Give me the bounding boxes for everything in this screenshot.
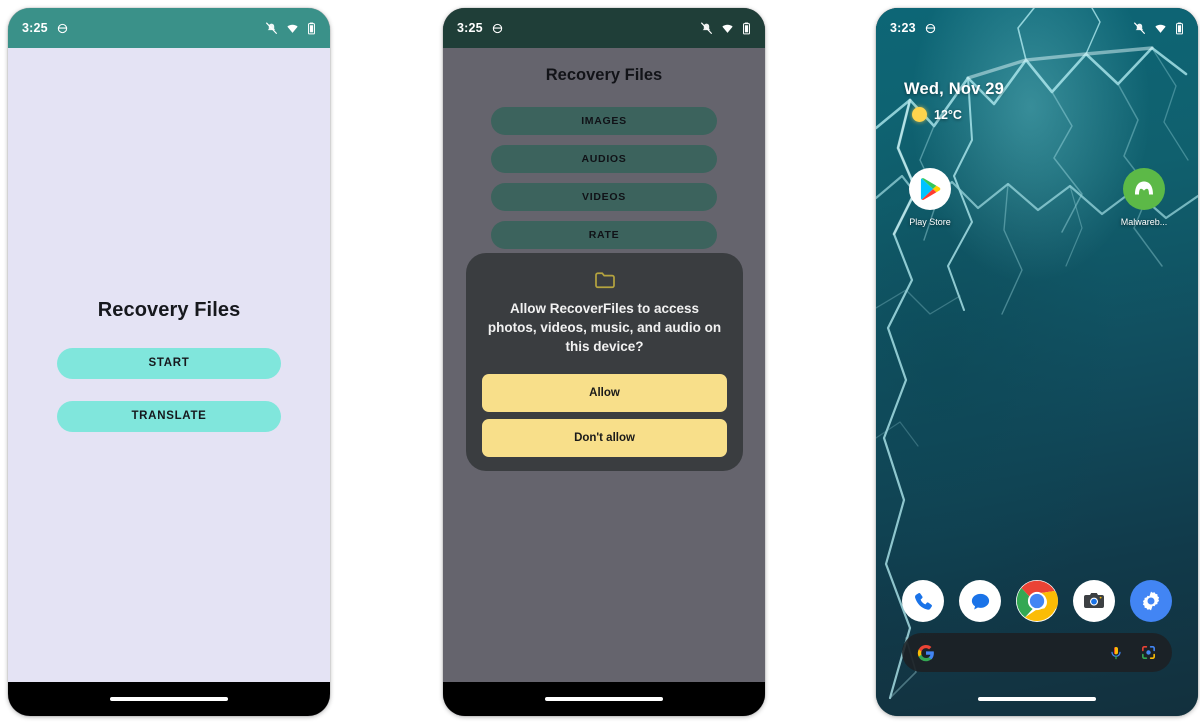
notifications-off-icon	[1134, 21, 1145, 34]
start-button[interactable]: START	[57, 347, 281, 379]
page-title: Recovery Files	[545, 66, 663, 84]
chrome-icon[interactable]	[1016, 580, 1058, 622]
dialog-icon-wrap	[482, 271, 727, 289]
phone-permission-dialog: 3:25 Recovery Files IMAGES AUDIOS VIDEOS…	[443, 8, 765, 716]
phone-android-home: 3:23 Wed, Nov 29 12°C Play Store Malware…	[876, 8, 1198, 716]
app-label: Malwareb...	[1120, 217, 1168, 227]
notification-dot-icon	[925, 23, 936, 33]
battery-icon	[308, 22, 315, 34]
phone-1-screen: 3:25 Recovery Files START TRANSLATE	[8, 8, 330, 716]
category-button-list: IMAGES AUDIOS VIDEOS RATE	[443, 107, 765, 249]
battery-icon	[1176, 22, 1183, 34]
videos-button[interactable]: VIDEOS	[491, 183, 717, 211]
play-store-icon	[909, 168, 951, 210]
weather-widget[interactable]: Wed, Nov 29 12°C	[904, 80, 1004, 122]
phone-3-screen: 3:23 Wed, Nov 29 12°C Play Store Malware…	[876, 8, 1198, 716]
sun-icon	[912, 107, 927, 122]
status-time: 3:23	[890, 21, 916, 35]
notification-dot-icon	[57, 23, 68, 33]
audios-button[interactable]: AUDIOS	[491, 145, 717, 173]
app-label: Play Store	[909, 217, 951, 227]
notification-dot-icon	[492, 23, 503, 33]
allow-button[interactable]: Allow	[482, 374, 727, 413]
settings-icon[interactable]	[1130, 580, 1172, 622]
folder-icon	[594, 272, 615, 289]
status-bar: 3:23	[876, 8, 1198, 48]
app-malwarebytes[interactable]: Malwareb...	[1112, 168, 1176, 227]
rate-button[interactable]: RATE	[491, 221, 717, 249]
messages-icon[interactable]	[959, 580, 1001, 622]
status-bar-right	[700, 21, 751, 35]
translate-button[interactable]: TRANSLATE	[57, 400, 281, 432]
dont-allow-button[interactable]: Don't allow	[482, 419, 727, 458]
wifi-icon	[722, 24, 733, 33]
status-bar-right	[265, 21, 316, 35]
phone-icon[interactable]	[902, 580, 944, 622]
camera-icon[interactable]	[1073, 580, 1115, 622]
malwarebytes-icon	[1123, 168, 1165, 210]
google-g-icon	[917, 644, 934, 661]
google-lens-icon[interactable]	[1140, 644, 1157, 661]
status-bar-right	[1133, 21, 1184, 35]
status-bar-left: 3:23	[890, 21, 936, 35]
gesture-pill[interactable]	[545, 697, 663, 701]
widget-date: Wed, Nov 29	[904, 80, 1005, 98]
gesture-nav-bar[interactable]	[8, 682, 330, 716]
notifications-off-icon	[266, 21, 277, 34]
status-bar-left: 3:25	[457, 21, 503, 35]
app-play-store[interactable]: Play Store	[898, 168, 962, 227]
status-time: 3:25	[457, 21, 483, 35]
wifi-icon	[1155, 24, 1166, 33]
widget-temperature: 12°C	[934, 107, 962, 122]
images-button[interactable]: IMAGES	[491, 107, 717, 135]
gesture-nav-bar[interactable]	[443, 682, 765, 716]
home-app-grid: Play Store Malwareb...	[876, 168, 1198, 227]
microphone-icon[interactable]	[1108, 644, 1124, 662]
status-bar: 3:25	[443, 8, 765, 48]
status-time: 3:25	[22, 21, 48, 35]
wifi-icon	[287, 24, 298, 33]
permission-dialog: Allow RecoverFiles to access photos, vid…	[466, 253, 743, 472]
gesture-pill[interactable]	[978, 697, 1096, 701]
google-search-bar[interactable]	[902, 633, 1172, 672]
status-bar: 3:25	[8, 8, 330, 48]
gesture-pill[interactable]	[110, 697, 228, 701]
gesture-nav-bar[interactable]	[876, 682, 1198, 716]
search-bar-actions	[1108, 644, 1157, 662]
dock	[876, 580, 1198, 622]
phone-2-screen: 3:25 Recovery Files IMAGES AUDIOS VIDEOS…	[443, 8, 765, 716]
notifications-off-icon	[701, 21, 712, 34]
status-bar-left: 3:25	[22, 21, 68, 35]
widget-temp-row: 12°C	[912, 107, 1004, 122]
permission-message: Allow RecoverFiles to access photos, vid…	[487, 301, 722, 355]
phone-app-landing: 3:25 Recovery Files START TRANSLATE	[8, 8, 330, 716]
page-title: Recovery Files	[97, 298, 241, 321]
app-content: Recovery Files START TRANSLATE	[8, 48, 330, 682]
battery-icon	[743, 22, 750, 34]
